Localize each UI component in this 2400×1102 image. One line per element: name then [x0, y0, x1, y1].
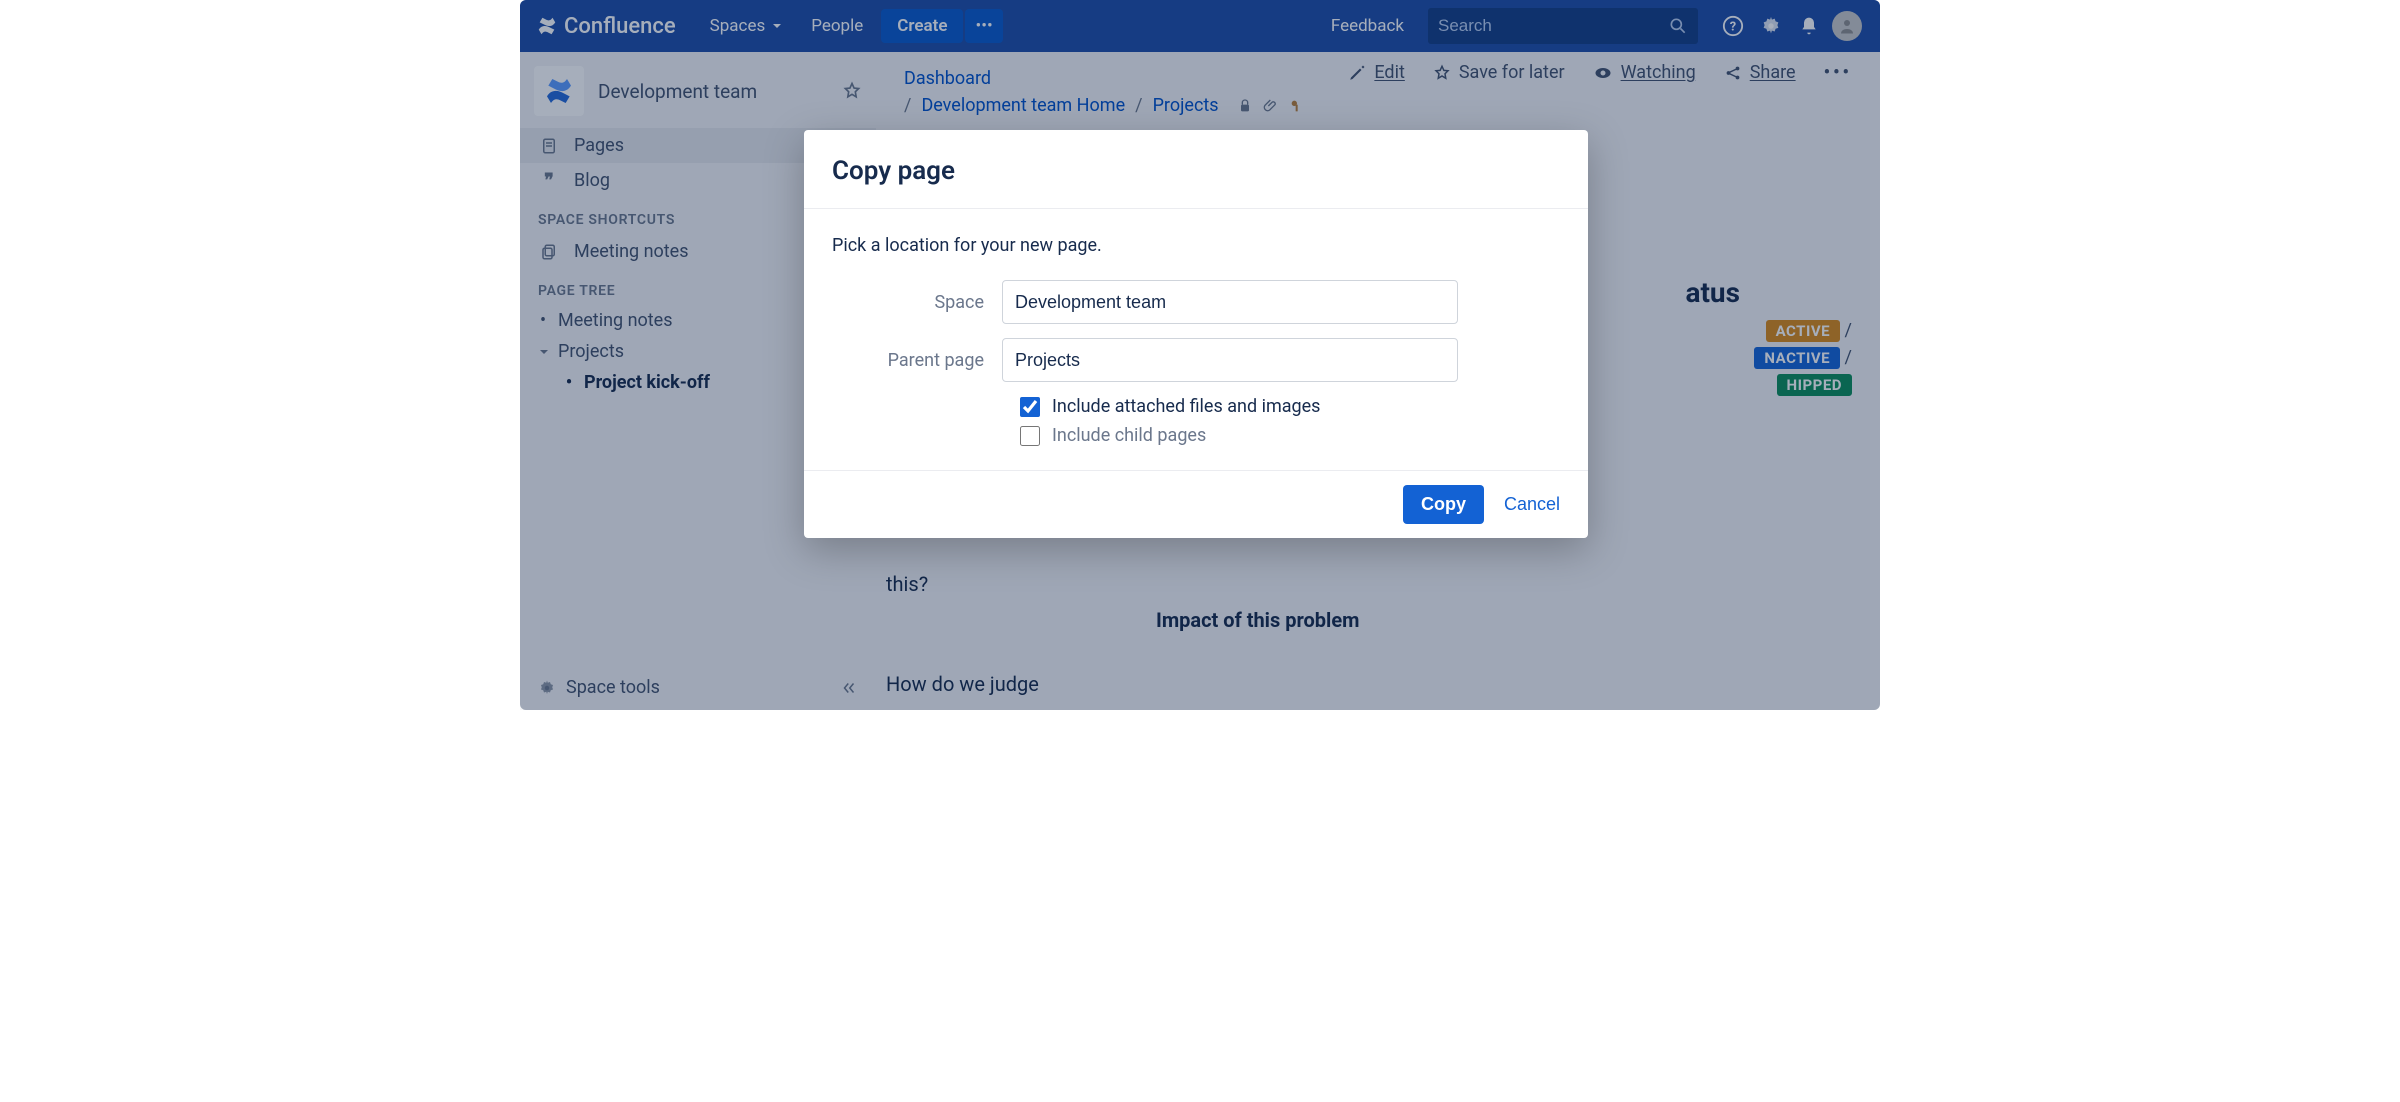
include-attachments-checkbox[interactable]: [1020, 397, 1040, 417]
modal-title: Copy page: [832, 156, 1560, 186]
copy-button[interactable]: Copy: [1403, 485, 1484, 524]
space-field[interactable]: [1002, 280, 1458, 324]
include-attachments-label: Include attached files and images: [1052, 396, 1320, 417]
cancel-button[interactable]: Cancel: [1504, 494, 1560, 515]
cancel-button-label: Cancel: [1504, 494, 1560, 514]
modal-description: Pick a location for your new page.: [832, 235, 1560, 256]
include-children-checkbox[interactable]: [1020, 426, 1040, 446]
space-field-label: Space: [832, 292, 1002, 313]
parent-page-field-label: Parent page: [832, 350, 1002, 371]
copy-page-modal: Copy page Pick a location for your new p…: [804, 130, 1588, 538]
copy-button-label: Copy: [1421, 494, 1466, 514]
include-children-label: Include child pages: [1052, 425, 1206, 446]
parent-page-field[interactable]: [1002, 338, 1458, 382]
